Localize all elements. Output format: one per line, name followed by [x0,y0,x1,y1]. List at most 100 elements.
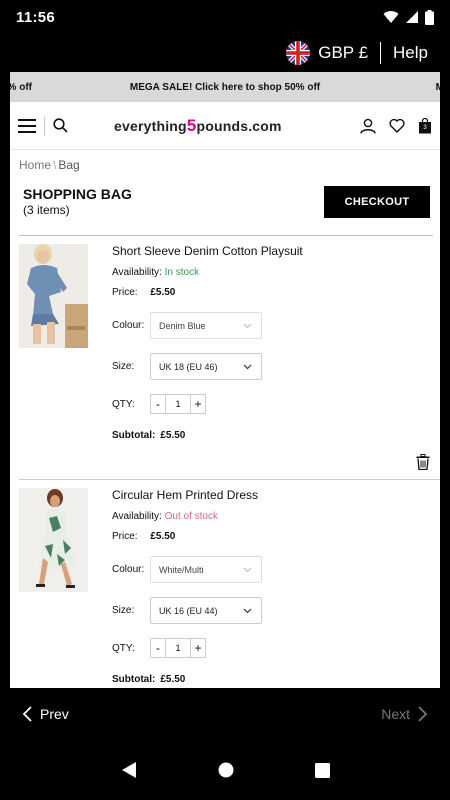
quantity-stepper: - 1 + [150,638,206,658]
colour-label: Colour: [112,320,145,331]
qty-decrease-button[interactable]: - [150,638,166,658]
system-nav-bar [0,740,450,800]
promo-text-right: M [435,81,440,93]
availability-row: Availability: In stock [112,267,422,278]
app-top-bar: GBP £ Help [0,34,450,72]
trash-icon[interactable] [416,454,430,470]
size-select[interactable]: UK 16 (EU 44) [150,597,262,624]
search-icon[interactable] [53,118,68,133]
qty-label: QTY: [112,642,135,654]
home-icon[interactable] [218,762,234,778]
qty-increase-button[interactable]: + [190,394,206,414]
subtotal-label: Subtotal: [112,674,156,685]
qty-increase-button[interactable]: + [190,638,206,658]
subtotal-row: Subtotal: £5.50 [112,674,422,685]
qty-row: QTY: - 1 + [112,394,422,414]
promo-text[interactable]: MEGA SALE! Click here to shop 50% off [10,82,440,93]
bag-item: Short Sleeve Denim Cotton Playsuit Avail… [10,236,440,479]
colour-label: Colour: [112,564,145,575]
site-header: everything5pounds.com 3 [10,102,440,150]
bag-button[interactable]: 3 [418,117,432,134]
cellular-icon [406,11,418,23]
uk-flag-icon[interactable] [286,41,311,65]
chevron-down-icon [243,323,252,329]
colour-value: Denim Blue [159,320,206,331]
price-label: Price: [112,531,138,542]
size-value: UK 18 (EU 46) [159,361,218,372]
qty-value[interactable]: 1 [166,638,190,658]
price-value: £5.50 [150,531,176,542]
chevron-left-icon [22,706,32,722]
qty-label: QTY: [112,398,135,410]
size-row: Size: UK 18 (EU 46) [112,353,422,380]
currency-selector[interactable]: GBP £ [318,43,368,63]
battery-icon [425,9,434,25]
size-label: Size: [112,361,135,372]
colour-row: Colour: White/Multi [112,556,422,583]
colour-select[interactable]: White/Multi [150,556,262,583]
product-image[interactable] [19,488,88,592]
prev-button[interactable]: Prev [22,706,69,722]
chevron-down-icon [243,364,252,370]
chevron-down-icon [243,608,252,614]
product-image[interactable] [19,244,88,348]
subtotal-value: £5.50 [160,674,186,685]
divider [380,42,382,64]
account-icon[interactable] [360,118,376,134]
size-row: Size: UK 16 (EU 44) [112,597,422,624]
logo-text-pre: everything [114,117,187,134]
next-label: Next [381,706,410,722]
bag-item: Circular Hem Printed Dress Availability:… [19,479,440,688]
item-count: (3 items) [23,203,70,217]
item-details: Circular Hem Printed Dress Availability:… [112,488,422,688]
bag-header: SHOPPING BAG (3 items) CHECKOUT [10,172,440,218]
status-icons [383,9,434,25]
size-value: UK 16 (EU 44) [159,605,218,616]
price-label: Price: [112,287,138,298]
colour-row: Colour: Denim Blue [112,312,422,339]
qty-value[interactable]: 1 [166,394,190,414]
webview: 0% off MEGA SALE! Click here to shop 50%… [10,72,440,688]
divider [44,115,45,136]
recents-icon[interactable] [314,762,330,778]
size-select[interactable]: UK 18 (EU 46) [150,353,262,380]
status-time: 11:56 [16,8,56,26]
menu-icon[interactable] [18,118,36,133]
screen: 11:56 GBP £ Help 0% off MEGA SA [0,0,450,800]
product-name[interactable]: Short Sleeve Denim Cotton Playsuit [112,244,422,258]
prev-label: Prev [40,706,69,722]
colour-value: White/Multi [159,564,204,575]
breadcrumb-separator: \ [53,158,57,172]
help-link[interactable]: Help [393,43,428,63]
availability-label: Availability: [112,511,162,522]
breadcrumb-current: Bag [58,158,80,172]
pager-bar: Prev Next [0,690,450,738]
item-details: Short Sleeve Denim Cotton Playsuit Avail… [112,244,422,479]
availability-status: Out of stock [164,511,218,522]
price-value: £5.50 [150,287,176,298]
status-bar: 11:56 [0,0,450,34]
back-icon[interactable] [121,761,137,779]
colour-select[interactable]: Denim Blue [150,312,262,339]
bag-count-badge: 3 [423,124,427,131]
breadcrumb-home[interactable]: Home [19,158,51,172]
site-logo[interactable]: everything5pounds.com [114,116,282,136]
wishlist-heart-icon[interactable] [389,118,405,133]
checkout-button[interactable]: CHECKOUT [324,186,430,218]
promo-banner[interactable]: 0% off MEGA SALE! Click here to shop 50%… [10,72,440,102]
price-row: Price: £5.50 [112,531,422,542]
subtotal-label: Subtotal: [112,430,156,441]
chevron-right-icon [418,706,428,722]
logo-text-post: pounds.com [196,117,282,134]
header-icons: 3 [360,117,432,134]
availability-label: Availability: [112,267,162,278]
next-button[interactable]: Next [381,706,428,722]
qty-row: QTY: - 1 + [112,638,422,658]
product-name[interactable]: Circular Hem Printed Dress [112,488,422,502]
chevron-down-icon [243,567,252,573]
price-row: Price: £5.50 [112,287,422,298]
subtotal-row: Subtotal: £5.50 [112,430,422,441]
page-title: SHOPPING BAG [23,186,132,202]
qty-decrease-button[interactable]: - [150,394,166,414]
size-label: Size: [112,605,135,616]
